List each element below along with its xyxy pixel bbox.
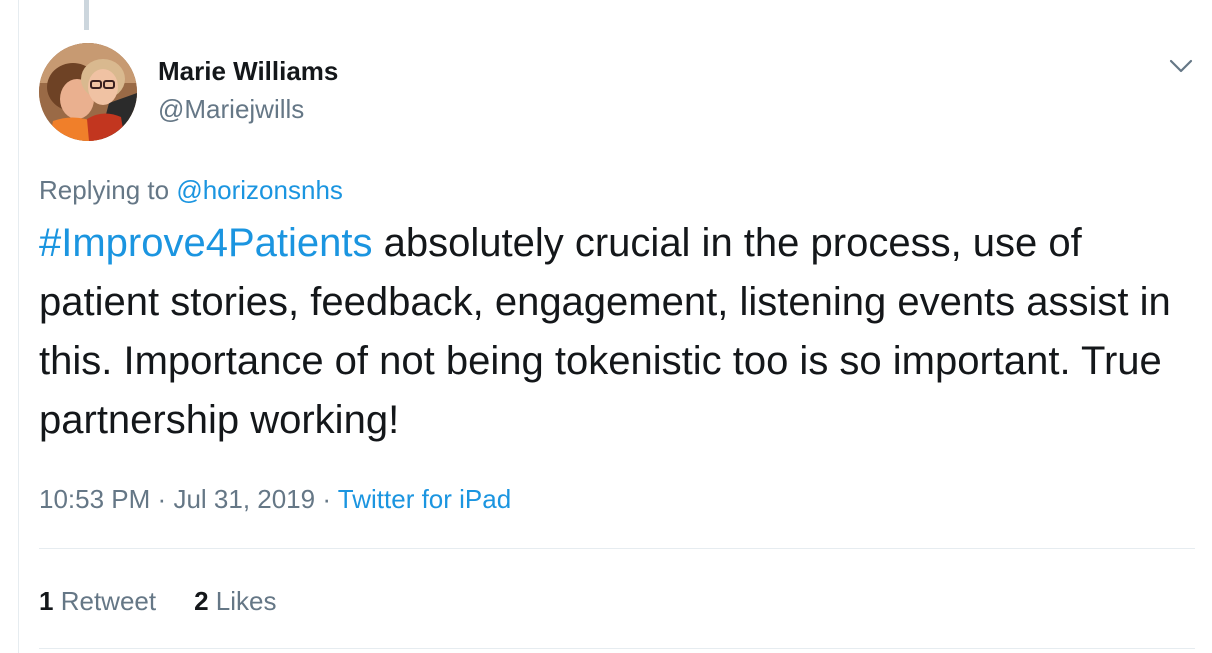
tweet-stats: 1 Retweet 2 Likes (39, 585, 277, 617)
author-block: Marie Williams @Mariejwills (158, 55, 338, 125)
meta-separator: · (322, 484, 332, 514)
likes-label: Likes (215, 586, 277, 616)
tweet-detail: Marie Williams @Mariejwills Replying to … (0, 0, 1212, 653)
tweet-time[interactable]: 10:53 PM (39, 484, 150, 514)
tweet-date[interactable]: Jul 31, 2019 (173, 484, 315, 514)
avatar-image (39, 43, 137, 141)
timeline-border (18, 0, 19, 653)
likes-stat[interactable]: 2 Likes (194, 585, 276, 617)
likes-count: 2 (194, 586, 209, 616)
author-display-name[interactable]: Marie Williams (158, 55, 338, 87)
avatar[interactable] (39, 43, 137, 141)
reply-mention-link[interactable]: @horizonsnhs (176, 175, 343, 205)
retweets-stat[interactable]: 1 Retweet (39, 585, 156, 617)
retweets-count: 1 (39, 586, 54, 616)
thread-connector-line (84, 0, 89, 30)
tweet-text: #Improve4Patients absolutely crucial in … (39, 214, 1189, 450)
divider (39, 548, 1195, 549)
chevron-down-icon[interactable] (1166, 54, 1196, 78)
replying-to-label: Replying to (39, 175, 170, 205)
meta-separator: · (157, 484, 167, 514)
retweets-label: Retweet (60, 586, 157, 616)
hashtag-link[interactable]: #Improve4Patients (39, 221, 373, 265)
divider (39, 648, 1195, 649)
replying-to: Replying to @horizonsnhs (39, 174, 343, 206)
tweet-meta: 10:53 PM · Jul 31, 2019 · Twitter for iP… (39, 483, 511, 515)
tweet-source-link[interactable]: Twitter for iPad (338, 484, 511, 514)
author-username[interactable]: @Mariejwills (158, 93, 338, 125)
